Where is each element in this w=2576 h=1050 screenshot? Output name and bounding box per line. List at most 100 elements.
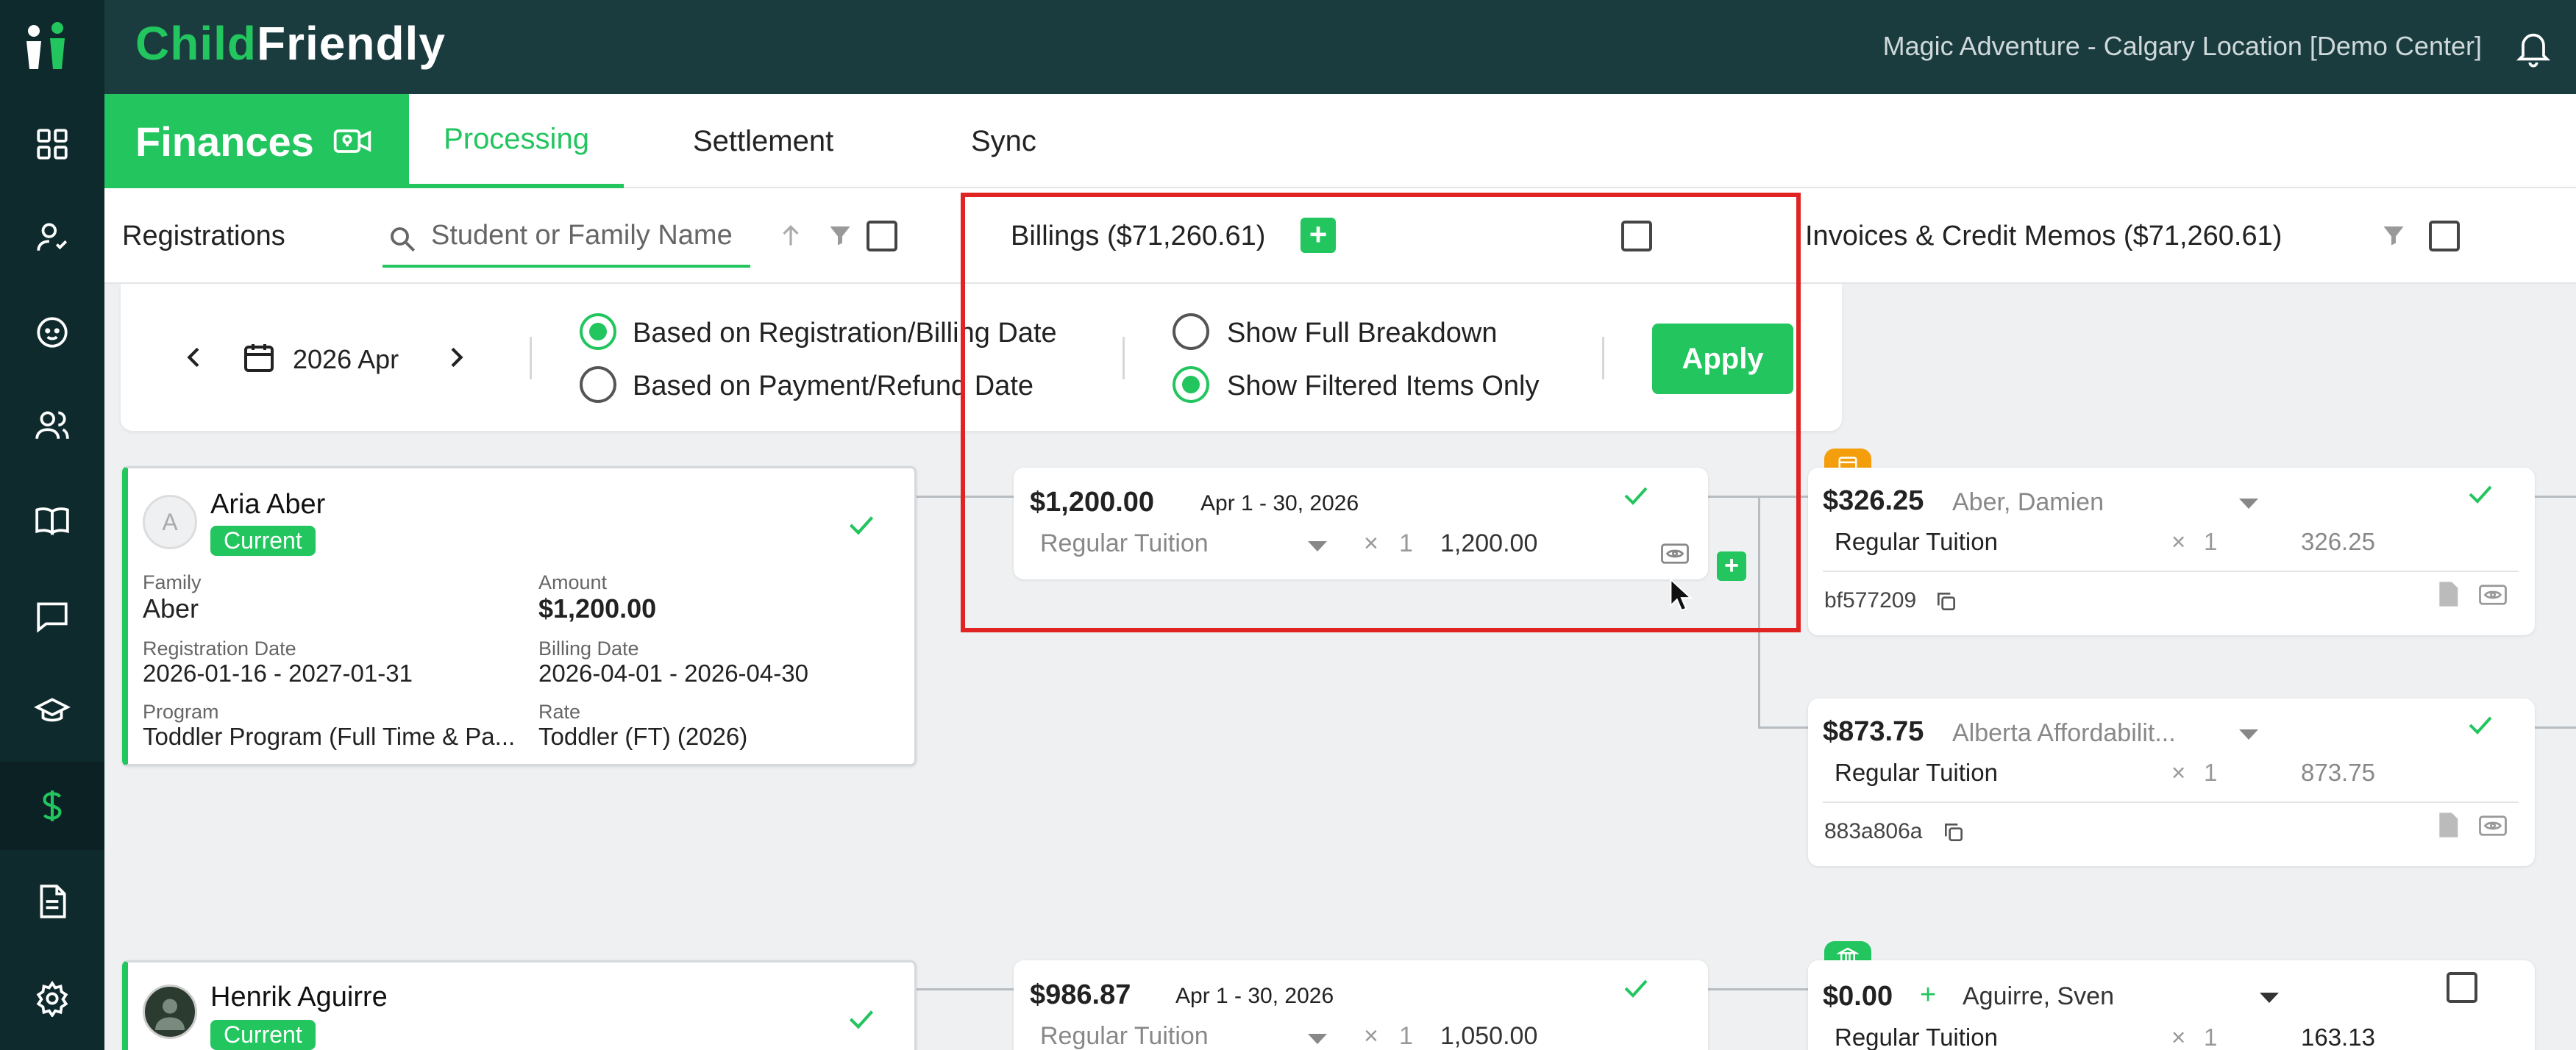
sidebar-item-reports[interactable] — [0, 857, 104, 946]
program-label: Program — [143, 701, 219, 723]
connector-line — [917, 496, 1014, 498]
chevron-down-icon[interactable] — [2260, 993, 2279, 1003]
payer-select[interactable]: Alberta Affordabilit... — [1952, 719, 2176, 748]
qty-multiplier: × — [1364, 529, 1378, 557]
filter-icon[interactable] — [827, 222, 853, 249]
avatar — [143, 985, 197, 1039]
invoice-card[interactable]: $326.25 Aber, Damien Regular Tuition × 1… — [1808, 468, 2535, 635]
registration-card[interactable]: A Aria Aber Current Family Aber Amount $… — [122, 466, 917, 766]
check-icon — [1624, 979, 1648, 998]
payer-select[interactable]: Aber, Damien — [1952, 488, 2104, 517]
qty-value: 1 — [2204, 1024, 2218, 1050]
line-total[interactable]: 1,200.00 — [1440, 529, 1537, 558]
eye-icon[interactable] — [2477, 810, 2508, 841]
eye-icon[interactable] — [1659, 538, 1690, 569]
chevron-down-icon[interactable] — [1308, 1034, 1327, 1044]
radio-payment-refund-date[interactable] — [580, 366, 616, 403]
connector-line — [2535, 726, 2576, 729]
search-input[interactable] — [431, 218, 747, 253]
invoices-select-all-checkbox[interactable] — [2429, 221, 2460, 251]
sidebar-item-settings[interactable] — [0, 954, 104, 1043]
qty-value[interactable]: 1 — [1399, 1022, 1413, 1050]
top-header: ChildFriendly Magic Adventure - Calgary … — [104, 0, 2576, 94]
sidebar-item-finances[interactable] — [0, 762, 104, 850]
section-title-text: Finances — [135, 118, 314, 165]
apply-button[interactable]: Apply — [1652, 324, 1793, 394]
childfriendly-logo-icon[interactable] — [22, 21, 74, 72]
tab-settlement[interactable]: Settlement — [693, 94, 833, 188]
sidebar-item-staff[interactable] — [0, 193, 104, 281]
chevron-left-icon[interactable] — [179, 343, 209, 372]
qty-multiplier: × — [1364, 1022, 1378, 1050]
invoice-card[interactable]: $0.00 + Aguirre, Sven Regular Tuition × … — [1808, 960, 2535, 1050]
brand-logo[interactable]: ChildFriendly — [135, 16, 446, 71]
qty-value: 1 — [2204, 528, 2218, 555]
period-label[interactable]: 2026 Apr — [293, 344, 399, 375]
eye-icon[interactable] — [2477, 579, 2508, 610]
education-icon — [34, 698, 71, 722]
sidebar-item-messages[interactable] — [0, 572, 104, 660]
invoice-item: Regular Tuition — [1835, 759, 1998, 786]
student-name[interactable]: Henrik Aguirre — [210, 982, 388, 1013]
child-icon — [37, 317, 68, 348]
status-badge: Current — [210, 1020, 316, 1050]
billing-card[interactable]: $1,200.00 Apr 1 - 30, 2026 Regular Tuiti… — [1014, 468, 1708, 579]
add-billing-button[interactable]: + — [1301, 218, 1336, 253]
sidebar — [0, 0, 104, 1050]
settings-icon — [36, 980, 68, 1017]
payer-select[interactable]: Aguirre, Sven — [1963, 982, 2114, 1011]
billing-amount: $986.87 — [1030, 979, 1131, 1010]
brand-suffix: Friendly — [256, 17, 446, 70]
filter-panel: 2026 Apr Based on Registration/Billing D… — [121, 284, 1842, 431]
sidebar-item-children[interactable] — [0, 288, 104, 376]
document-icon[interactable] — [2433, 579, 2463, 609]
qty-multiplier: × — [2171, 759, 2186, 786]
billing-item-select[interactable]: Regular Tuition — [1040, 1022, 1209, 1050]
dashboard-icon — [37, 129, 68, 160]
invoice-card[interactable]: $873.75 Alberta Affordabilit... Regular … — [1808, 699, 2535, 866]
chevron-right-icon[interactable] — [441, 343, 471, 372]
copy-icon[interactable] — [1942, 821, 1965, 844]
calendar-icon[interactable] — [241, 340, 277, 375]
tab-processing[interactable]: Processing — [409, 94, 624, 188]
invoices-filter-icon[interactable] — [2380, 222, 2407, 249]
sidebar-item-families[interactable] — [0, 381, 104, 469]
video-tutorial-icon[interactable] — [332, 121, 373, 162]
location-selector[interactable]: Magic Adventure - Calgary Location [Demo… — [1883, 31, 2482, 62]
registrations-select-all-checkbox[interactable] — [867, 221, 897, 251]
sidebar-item-dashboard[interactable] — [0, 100, 104, 188]
family-value: Aber — [143, 593, 199, 624]
radio-show-full-breakdown[interactable] — [1173, 313, 1209, 350]
bell-icon[interactable] — [2513, 26, 2554, 68]
chevron-down-icon[interactable] — [2239, 729, 2258, 740]
chevron-down-icon[interactable] — [2239, 499, 2258, 509]
add-payer-button[interactable]: + — [1920, 979, 1936, 1011]
check-icon — [2469, 716, 2492, 735]
billings-select-all-checkbox[interactable] — [1621, 221, 1652, 251]
check-icon — [2469, 485, 2492, 504]
chevron-down-icon[interactable] — [1308, 541, 1327, 551]
add-invoice-button[interactable]: + — [1717, 551, 1746, 581]
copy-icon[interactable] — [1935, 590, 1958, 613]
qty-value[interactable]: 1 — [1399, 529, 1413, 558]
student-name[interactable]: Aria Aber — [210, 489, 325, 521]
document-icon[interactable] — [2433, 810, 2463, 840]
registration-date-label: Registration Date — [143, 638, 296, 660]
invoice-item: Regular Tuition — [1835, 528, 1998, 555]
invoices-heading: Invoices & Credit Memos ($71,260.61) — [1805, 221, 2283, 251]
families-icon — [35, 411, 69, 439]
billing-item-select[interactable]: Regular Tuition — [1040, 529, 1209, 558]
tab-sync[interactable]: Sync — [971, 94, 1036, 188]
sidebar-item-education[interactable] — [0, 668, 104, 756]
invoice-checkbox[interactable] — [2447, 972, 2477, 1003]
radio-registration-billing-date[interactable] — [580, 313, 616, 350]
billing-card[interactable]: $986.87 Apr 1 - 30, 2026 Regular Tuition… — [1014, 960, 1708, 1050]
registration-card[interactable]: Henrik Aguirre Current — [122, 960, 917, 1050]
radio-show-filtered-items-only[interactable] — [1173, 366, 1209, 403]
rate-label: Rate — [538, 701, 581, 723]
check-icon — [1624, 487, 1648, 505]
invoice-ref: bf577209 — [1824, 588, 1917, 612]
sidebar-item-curriculum[interactable] — [0, 476, 104, 565]
sort-ascending-icon[interactable] — [777, 222, 805, 250]
line-total[interactable]: 1,050.00 — [1440, 1022, 1537, 1050]
